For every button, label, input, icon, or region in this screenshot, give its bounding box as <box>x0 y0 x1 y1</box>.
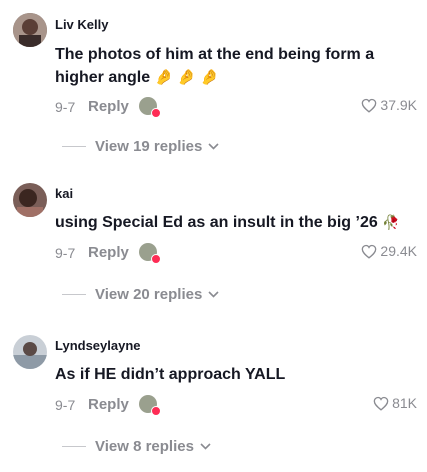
creator-liked-avatar <box>139 97 161 118</box>
heart-badge-icon <box>151 406 161 416</box>
comment-text: using Special Ed as an insult in the big… <box>55 211 407 234</box>
comment-item: kai using Special Ed as an insult in the… <box>0 170 427 310</box>
view-replies-button[interactable]: View 19 replies <box>62 136 219 156</box>
heart-badge-icon <box>151 108 161 118</box>
comment-text-fragment: As if HE didn’t approach YALL <box>55 366 286 383</box>
creator-liked-avatar <box>139 243 161 264</box>
comment-meta: 9-7 Reply 29.4K <box>55 243 417 264</box>
comment-text-line: higher angle 🤌 🤌 🤌 <box>55 66 407 89</box>
heart-outline-icon[interactable] <box>361 98 377 113</box>
like-count: 37.9K <box>380 97 417 113</box>
chevron-down-icon[interactable] <box>208 290 219 298</box>
view-replies-label[interactable]: View 20 replies <box>95 286 202 303</box>
heart-outline-icon[interactable] <box>373 396 389 411</box>
comment-text-fragment: using Special Ed as an insult in the big… <box>55 214 378 231</box>
heart-outline-icon[interactable] <box>361 244 377 259</box>
comment-item: Liv Kelly The photos of him at the end b… <box>0 0 427 160</box>
comment-date: 9-7 <box>55 99 76 115</box>
like-count: 29.4K <box>380 243 417 259</box>
comment-text: As if HE didn’t approach YALL <box>55 363 407 386</box>
comment-date: 9-7 <box>55 245 76 261</box>
avatar-image <box>13 183 47 217</box>
comment-item: Lyndseylayne As if HE didn’t approach YA… <box>0 322 427 472</box>
wilted-rose-emoji: 🥀 <box>382 214 400 230</box>
comment-username[interactable]: kai <box>55 186 73 201</box>
divider <box>62 145 86 147</box>
reply-button[interactable]: Reply <box>88 244 129 261</box>
creator-liked-avatar <box>139 395 161 416</box>
view-replies-label[interactable]: View 19 replies <box>95 138 202 155</box>
reply-button[interactable]: Reply <box>88 98 129 115</box>
comment-text-line: The photos of him at the end being form … <box>55 46 375 63</box>
pinched-fingers-emoji: 🤌 🤌 🤌 <box>154 69 219 86</box>
like-count: 81K <box>392 395 417 411</box>
like-button[interactable]: 37.9K <box>361 97 417 113</box>
comment-date: 9-7 <box>55 397 76 413</box>
comment-meta: 9-7 Reply 37.9K <box>55 97 417 118</box>
comment-meta: 9-7 Reply 81K <box>55 395 417 416</box>
divider <box>62 445 86 447</box>
heart-badge-icon <box>151 254 161 264</box>
reply-button[interactable]: Reply <box>88 396 129 413</box>
view-replies-button[interactable]: View 8 replies <box>62 436 211 456</box>
divider <box>62 293 86 295</box>
avatar[interactable] <box>13 183 47 217</box>
avatar-image <box>13 335 47 369</box>
chevron-down-icon[interactable] <box>208 142 219 150</box>
like-button[interactable]: 29.4K <box>361 243 417 259</box>
comment-text-fragment: higher angle <box>55 69 151 86</box>
avatar[interactable] <box>13 335 47 369</box>
avatar[interactable] <box>13 13 47 47</box>
avatar-image <box>13 13 47 47</box>
like-button[interactable]: 81K <box>373 395 417 411</box>
comment-username[interactable]: Lyndseylayne <box>55 338 141 353</box>
view-replies-button[interactable]: View 20 replies <box>62 284 219 304</box>
comments-list: Liv Kelly The photos of him at the end b… <box>0 0 427 472</box>
chevron-down-icon[interactable] <box>200 442 211 450</box>
comment-username[interactable]: Liv Kelly <box>55 17 108 32</box>
view-replies-label[interactable]: View 8 replies <box>95 438 194 455</box>
comment-text: The photos of him at the end being form … <box>55 43 407 89</box>
